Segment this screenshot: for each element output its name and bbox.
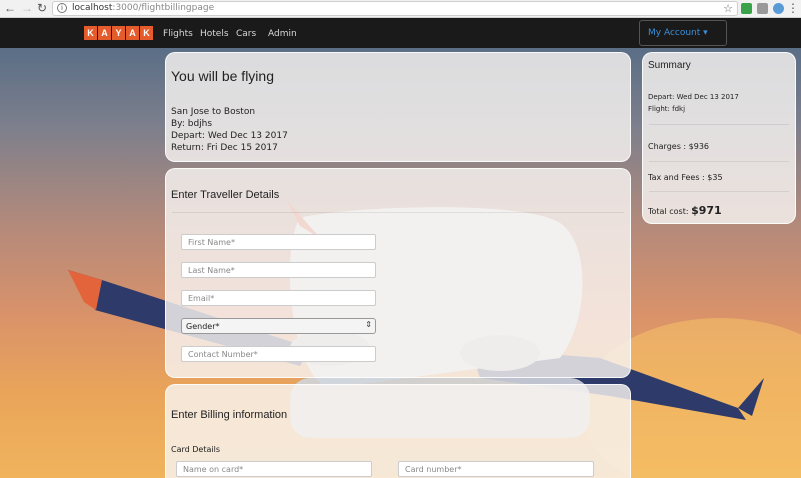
total-cost-label: Total cost: xyxy=(648,207,692,216)
total-cost-value: $971 xyxy=(691,204,722,217)
nav-hotels[interactable]: Hotels xyxy=(200,29,229,39)
summary-title: Summary xyxy=(648,60,691,71)
summary-total: Total cost: $971 xyxy=(648,204,722,217)
divider xyxy=(649,191,789,192)
select-arrows-icon: ⇕ xyxy=(365,320,372,329)
forward-icon[interactable]: → xyxy=(20,1,34,15)
traveller-details-card: Enter Traveller Details First Name* Last… xyxy=(165,168,631,378)
app-navbar: K A Y A K Flights Hotels Cars Admin My A… xyxy=(0,18,801,48)
gender-select-value: Gender* xyxy=(186,322,220,331)
flight-card-title: You will be flying xyxy=(171,68,274,84)
contact-number-field[interactable]: Contact Number* xyxy=(181,346,376,362)
nav-admin[interactable]: Admin xyxy=(268,29,297,39)
divider xyxy=(172,212,624,213)
divider xyxy=(649,124,789,125)
billing-info-card: Enter Billing information Card Details N… xyxy=(165,384,631,478)
logo-letter: A xyxy=(126,26,139,40)
logo-letter: K xyxy=(84,26,97,40)
carrier-text: By: bdjhs xyxy=(171,119,213,129)
summary-depart: Depart: Wed Dec 13 2017 xyxy=(648,93,739,101)
logo-letter: A xyxy=(98,26,111,40)
extension-icon[interactable] xyxy=(773,3,784,14)
bookmark-star-icon[interactable]: ☆ xyxy=(723,2,733,15)
summary-card: Summary Depart: Wed Dec 13 2017 Flight: … xyxy=(642,52,796,224)
name-on-card-field[interactable]: Name on card* xyxy=(176,461,372,477)
gender-select[interactable]: Gender* ⇕ xyxy=(181,318,376,334)
traveller-card-title: Enter Traveller Details xyxy=(171,189,280,201)
email-field[interactable]: Email* xyxy=(181,290,376,306)
my-account-dropdown[interactable]: My Account ▾ xyxy=(639,20,727,46)
nav-cars[interactable]: Cars xyxy=(236,29,256,39)
extension-icon[interactable] xyxy=(741,3,752,14)
card-number-field[interactable]: Card number* xyxy=(398,461,594,477)
last-name-field[interactable]: Last Name* xyxy=(181,262,376,278)
first-name-field[interactable]: First Name* xyxy=(181,234,376,250)
return-date-text: Return: Fri Dec 15 2017 xyxy=(171,143,278,153)
nav-flights[interactable]: Flights xyxy=(163,29,193,39)
divider xyxy=(649,161,789,162)
route-text: San Jose to Boston xyxy=(171,107,256,117)
summary-charges: Charges : $936 xyxy=(648,142,710,151)
summary-flight: Flight: fdkj xyxy=(648,105,686,113)
menu-icon[interactable]: ⋮ xyxy=(786,1,800,15)
back-icon[interactable]: ← xyxy=(3,1,17,15)
address-bar[interactable]: i localhost:3000/flightbillingpage ☆ xyxy=(52,1,738,16)
logo-letter: Y xyxy=(112,26,125,40)
extension-icon[interactable] xyxy=(757,3,768,14)
url-text: localhost:3000/flightbillingpage xyxy=(72,3,215,13)
browser-toolbar: ← → ↻ i localhost:3000/flightbillingpage… xyxy=(0,0,801,18)
card-details-label: Card Details xyxy=(171,445,220,454)
billing-card-title: Enter Billing information xyxy=(171,409,288,421)
flight-info-card: You will be flying San Jose to Boston By… xyxy=(165,52,631,162)
logo-letter: K xyxy=(140,26,153,40)
summary-tax: Tax and Fees : $35 xyxy=(648,173,723,182)
reload-icon[interactable]: ↻ xyxy=(35,1,49,15)
kayak-logo[interactable]: K A Y A K xyxy=(84,26,153,40)
info-icon[interactable]: i xyxy=(57,3,67,13)
depart-date-text: Depart: Wed Dec 13 2017 xyxy=(171,131,288,141)
